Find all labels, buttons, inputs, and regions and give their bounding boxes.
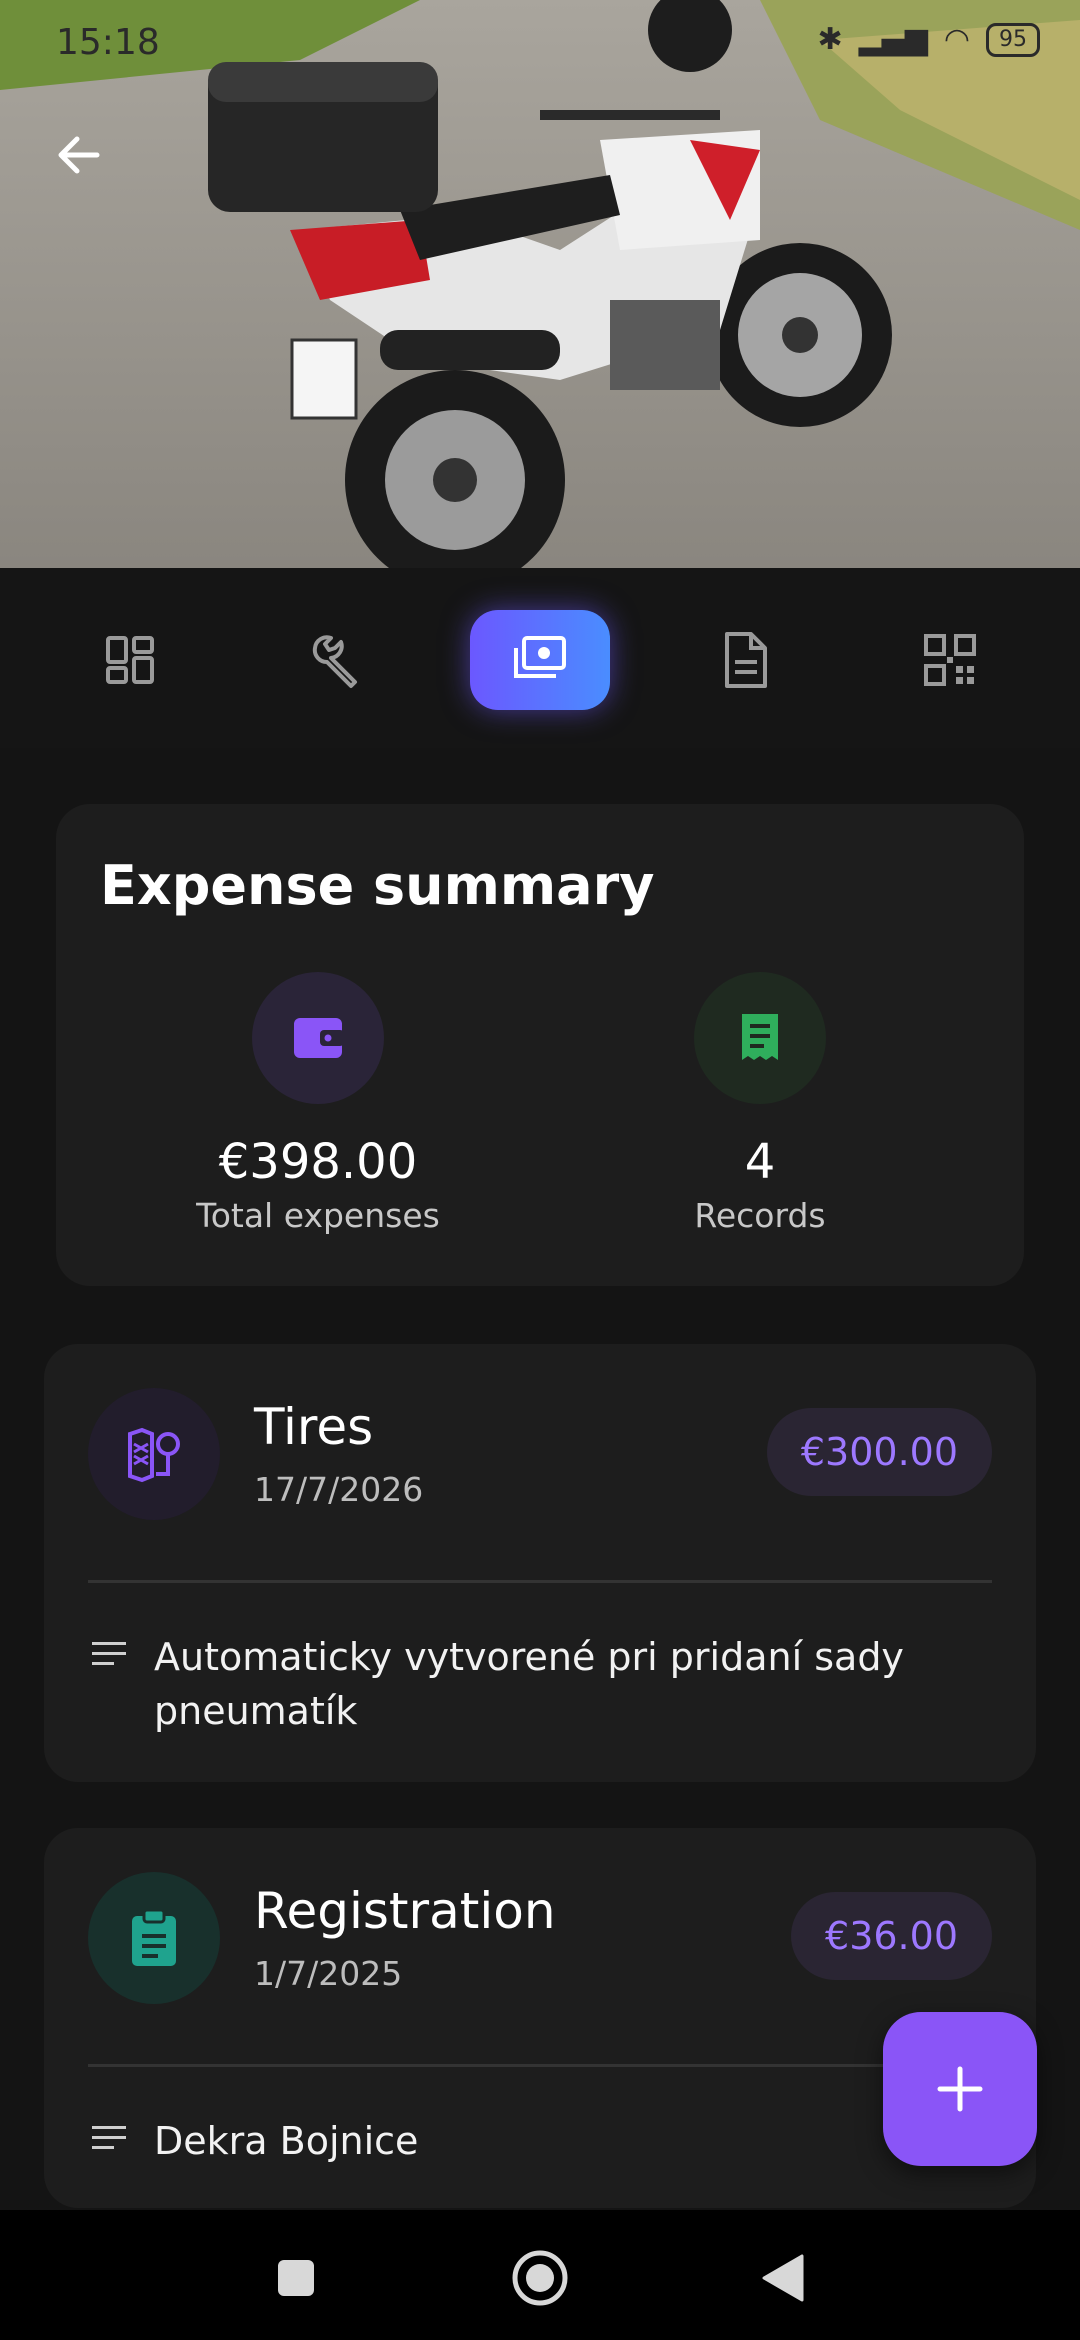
expense-card[interactable]: Registration 1/7/2025 €36.00 Dekra Bojni…: [44, 1828, 1036, 2208]
status-bar: 15:18 ✱ ▂▄▆ ◠ 95: [0, 0, 1080, 90]
expense-amount-badge: €300.00: [766, 1408, 992, 1496]
records-label: Records: [694, 1196, 826, 1235]
summary-title: Expense summary: [100, 854, 655, 917]
total-expenses-stat: €398.00 Total expenses: [118, 972, 518, 1235]
receipt-icon: [694, 972, 826, 1104]
total-expenses-value: €398.00: [218, 1134, 418, 1190]
total-expenses-label: Total expenses: [196, 1196, 440, 1235]
divider: [88, 2064, 992, 2067]
battery-icon: 95: [986, 22, 1040, 57]
notes-icon: [92, 1642, 126, 1665]
records-value: 4: [744, 1134, 776, 1190]
back-nav-button[interactable]: [746, 2240, 822, 2316]
status-icons: ✱ ▂▄▆ ◠ 95: [817, 22, 1040, 57]
expense-title: Tires: [254, 1398, 374, 1456]
expense-date: 17/7/2026: [254, 1470, 424, 1509]
divider: [88, 1580, 992, 1583]
expense-note: Automaticky vytvorené pri pridaní sady p…: [154, 1635, 904, 1733]
add-expense-button[interactable]: [883, 2012, 1037, 2166]
expense-card[interactable]: Tires 17/7/2026 €300.00 Automaticky vytv…: [44, 1344, 1036, 1782]
records-stat: 4 Records: [560, 972, 960, 1235]
signal-icon: ▂▄▆: [858, 22, 928, 57]
expense-summary-card: Expense summary €398.00 Total expenses 4…: [56, 804, 1024, 1286]
circle-icon: [512, 2250, 568, 2306]
wrench-icon: [312, 635, 357, 688]
dashboard-icon: [106, 636, 154, 684]
back-button[interactable]: [44, 120, 114, 190]
document-icon: [725, 632, 767, 688]
bluetooth-icon: ✱: [817, 22, 843, 57]
status-time: 15:18: [56, 22, 160, 63]
notes-icon: [92, 2126, 126, 2149]
tab-overview[interactable]: [60, 610, 200, 710]
qr-code-icon: [924, 634, 976, 686]
tab-qr-code[interactable]: [880, 610, 1020, 710]
tab-maintenance[interactable]: [265, 610, 405, 710]
square-icon: [278, 2260, 314, 2296]
tire-icon: [88, 1388, 220, 1520]
system-navigation-bar: [0, 2210, 1080, 2340]
clipboard-icon: [88, 1872, 220, 2004]
triangle-back-icon: [762, 2254, 804, 2302]
home-button[interactable]: [502, 2240, 578, 2316]
recents-button[interactable]: [258, 2240, 334, 2316]
arrow-left-icon: [58, 136, 100, 174]
section-tabs: [0, 568, 1080, 748]
cash-icon: [514, 636, 566, 678]
expense-date: 1/7/2025: [254, 1954, 403, 1993]
tab-documents[interactable]: [675, 610, 815, 710]
wifi-icon: ◠: [943, 22, 970, 57]
expense-title: Registration: [254, 1882, 556, 1940]
plus-icon: [937, 2066, 983, 2112]
expense-note: Dekra Bojnice: [154, 2119, 419, 2163]
wallet-icon: [252, 972, 384, 1104]
tab-expenses[interactable]: [470, 610, 610, 710]
expense-amount-badge: €36.00: [791, 1892, 992, 1980]
